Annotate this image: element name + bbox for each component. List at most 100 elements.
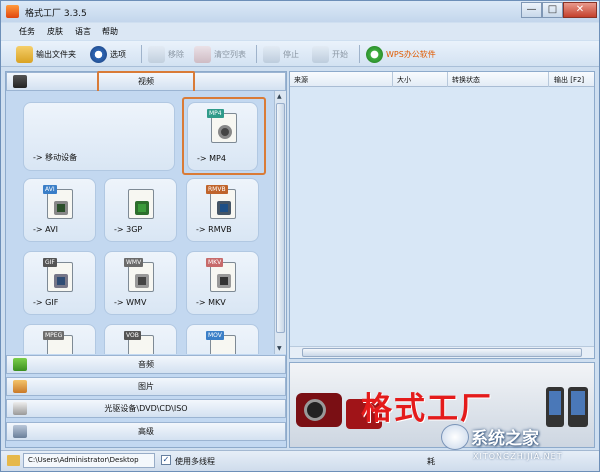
menu-language[interactable]: 语言	[75, 26, 91, 37]
folder-icon[interactable]	[7, 455, 20, 466]
wps-office-label: WPS办公软件	[386, 49, 436, 59]
menu-bar: 任务 皮肤 语言 帮助	[1, 23, 599, 40]
gif-label: -> GIF	[33, 298, 59, 307]
toolbar-separator	[141, 45, 142, 63]
wps-office-button[interactable]: WPS办公软件	[366, 44, 436, 64]
mkv-file-icon: MKV	[206, 258, 236, 292]
multithread-label: 使用多线程	[175, 457, 215, 466]
menu-help[interactable]: 帮助	[102, 26, 118, 37]
rmvb-file-icon: RMVB	[206, 185, 236, 219]
film-icon	[13, 75, 27, 88]
app-window: 格式工厂 3.3.5 — □ ✕ 任务 皮肤 语言 帮助 输出文件夹 选项 移除…	[0, 0, 600, 472]
rmvb-badge: RMVB	[206, 185, 228, 194]
clear-list-label: 清空列表	[214, 49, 246, 59]
column-divider	[447, 72, 448, 87]
category-image-header[interactable]: 图片	[6, 377, 286, 396]
wmv-card[interactable]: WMV -> WMV	[104, 251, 177, 315]
video-format-grid: -> 移动设备 MP4 -> MP4 AVI -> AVI -> 3GP RMV…	[6, 91, 274, 354]
3gp-icon	[135, 201, 149, 215]
mobile-device-label: -> 移动设备	[33, 153, 78, 162]
elapsed-time-label: 耗	[427, 457, 435, 466]
maximize-button[interactable]: □	[542, 2, 563, 18]
category-image-label: 图片	[138, 382, 154, 391]
output-folder-button[interactable]: 输出文件夹	[16, 44, 76, 64]
film-strip-icon	[54, 201, 68, 215]
window-title: 格式工厂 3.3.5	[25, 9, 87, 19]
toolbar: 输出文件夹 选项 移除 清空列表 停止 开始 WPS办公软件	[1, 41, 599, 67]
conversion-panel: 视频 -> 移动设备 MP4 -> MP4 AVI -> AVI -> 3GP …	[5, 71, 287, 448]
video-highlight-box	[97, 71, 195, 93]
gif-badge: GIF	[43, 258, 57, 267]
3gp-card[interactable]: -> 3GP	[104, 178, 177, 242]
wmv-icon	[135, 274, 149, 288]
music-note-icon	[13, 358, 27, 371]
stop-icon	[263, 45, 280, 63]
category-advanced-header[interactable]: 高级	[6, 422, 286, 441]
start-button[interactable]: 开始	[312, 44, 348, 64]
format-grid-scrollbar[interactable]: ▲ ▼	[274, 91, 286, 354]
title-bar[interactable]: 格式工厂 3.3.5 — □ ✕	[1, 1, 599, 22]
toolbar-separator	[359, 45, 360, 63]
optical-drive-icon	[13, 402, 27, 415]
avi-card[interactable]: AVI -> AVI	[23, 178, 96, 242]
remove-label: 移除	[168, 49, 184, 59]
mobile-device-card[interactable]: -> 移动设备	[23, 102, 175, 171]
rmvb-label: -> RMVB	[196, 225, 232, 234]
avi-label: -> AVI	[33, 225, 58, 234]
options-gear-icon	[90, 45, 107, 63]
start-icon	[312, 45, 329, 63]
mov-badge: MOV	[206, 331, 224, 340]
multithread-checkbox[interactable]: ✓	[161, 455, 171, 465]
remove-button[interactable]: 移除	[148, 44, 184, 64]
close-button[interactable]: ✕	[563, 2, 597, 18]
rmvb-card[interactable]: RMVB -> RMVB	[186, 178, 259, 242]
start-label: 开始	[332, 49, 348, 59]
3gp-file-icon	[128, 189, 154, 219]
scroll-down-arrow-icon[interactable]: ▼	[277, 345, 282, 352]
mp4-highlight-box	[182, 97, 266, 175]
wmv-label: -> WMV	[114, 298, 147, 307]
vob-badge: VOB	[124, 331, 141, 340]
category-audio-header[interactable]: 音频	[6, 355, 286, 374]
site-watermark: 系统之家 XITONGZHIJIA.NET	[437, 414, 599, 472]
category-disc-header[interactable]: 光驱设备\DVD\CD\ISO	[6, 399, 286, 418]
options-button[interactable]: 选项	[90, 44, 126, 64]
mov-file-icon: MOV	[206, 331, 236, 354]
mpeg-badge: MPEG	[43, 331, 65, 340]
folder-icon	[16, 45, 33, 63]
category-disc-label: 光驱设备\DVD\CD\ISO	[104, 404, 188, 413]
output-path-field[interactable]: C:\Users\Administrator\Desktop	[23, 453, 155, 468]
stop-button[interactable]: 停止	[263, 44, 299, 64]
clear-list-button[interactable]: 清空列表	[194, 44, 246, 64]
mkv-card[interactable]: MKV -> MKV	[186, 251, 259, 315]
gif-file-icon: GIF	[43, 258, 73, 292]
watermark-title: 系统之家	[471, 429, 539, 449]
task-list[interactable]: 来源 大小 转换状态 输出 [F2]	[289, 71, 595, 359]
column-divider	[548, 72, 549, 87]
camera-lens	[304, 399, 326, 421]
column-divider	[392, 72, 393, 87]
watermark-url: XITONGZHIJIA.NET	[473, 452, 563, 461]
format-factory-app-icon	[6, 5, 19, 18]
watermark-house-logo-icon	[441, 424, 469, 450]
mov-card[interactable]: MOV	[186, 324, 259, 354]
camcorder-image	[296, 393, 342, 427]
stop-label: 停止	[283, 49, 299, 59]
menu-tasks[interactable]: 任务	[19, 26, 35, 37]
vob-card[interactable]: VOB	[104, 324, 177, 354]
menu-skin[interactable]: 皮肤	[47, 26, 63, 37]
column-status[interactable]: 转换状态	[452, 75, 480, 85]
scrollbar-thumb[interactable]	[276, 103, 285, 333]
task-list-hscrollbar[interactable]	[290, 346, 594, 358]
hscroll-thumb[interactable]	[302, 348, 582, 357]
scroll-up-arrow-icon[interactable]: ▲	[277, 93, 282, 100]
column-source[interactable]: 来源	[294, 75, 308, 85]
column-size[interactable]: 大小	[397, 75, 411, 85]
mpeg-card[interactable]: MPEG	[23, 324, 96, 354]
wmv-file-icon: WMV	[124, 258, 154, 292]
column-output[interactable]: 输出 [F2]	[554, 75, 584, 85]
gif-card[interactable]: GIF -> GIF	[23, 251, 96, 315]
3gp-label: -> 3GP	[114, 225, 143, 234]
minimize-button[interactable]: —	[521, 2, 542, 18]
toolbar-separator	[256, 45, 257, 63]
